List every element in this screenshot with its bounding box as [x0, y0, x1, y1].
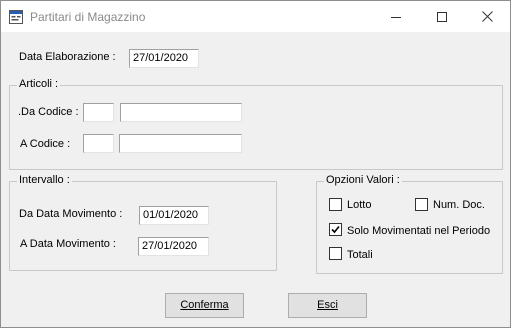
intervallo-group: Intervallo : [9, 174, 277, 271]
articoli-group-title: Articoli : [17, 78, 61, 90]
maximize-button[interactable] [419, 1, 465, 32]
da-codice-label: .Da Codice : [18, 106, 79, 118]
da-codice-description-field[interactable] [120, 103, 242, 122]
da-data-movimento-label: Da Data Movimento : [19, 208, 123, 220]
conferma-button-label: Conferma [180, 299, 229, 311]
title-bar: Partitari di Magazzino [1, 1, 510, 32]
opzioni-valori-group-title: Opzioni Valori : [324, 174, 402, 186]
solo-movimentati-label[interactable]: Solo Movimentati nel Periodo [347, 225, 490, 237]
lotto-checkbox[interactable] [329, 198, 342, 211]
esci-button[interactable]: Esci [288, 293, 367, 318]
app-form-icon [9, 10, 23, 24]
a-codice-label: A Codice : [20, 138, 71, 150]
totali-checkbox[interactable] [329, 247, 342, 260]
window-title: Partitari di Magazzino [30, 10, 146, 24]
close-button[interactable] [464, 1, 510, 32]
a-codice-code-field[interactable] [83, 134, 114, 153]
da-codice-code-field[interactable] [83, 103, 114, 122]
data-elaborazione-field[interactable]: 27/01/2020 [129, 49, 199, 68]
lotto-label[interactable]: Lotto [347, 199, 371, 211]
solo-movimentati-checkbox[interactable] [329, 223, 342, 236]
a-data-movimento-label: A Data Movimento : [20, 238, 116, 250]
window: Partitari di Magazzino Data Elaborazione… [0, 0, 511, 328]
num-doc-checkbox[interactable] [415, 198, 428, 211]
num-doc-label[interactable]: Num. Doc. [433, 199, 485, 211]
a-codice-description-field[interactable] [119, 134, 242, 153]
esci-button-label: Esci [317, 299, 338, 311]
articoli-group: Articoli : [9, 78, 503, 170]
checkmark-icon [331, 225, 340, 234]
conferma-button[interactable]: Conferma [165, 293, 244, 318]
totali-label[interactable]: Totali [347, 249, 373, 261]
data-elaborazione-label: Data Elaborazione : [19, 51, 116, 63]
intervallo-group-title: Intervallo : [17, 174, 72, 186]
close-icon [481, 11, 493, 22]
minimize-icon [391, 16, 401, 18]
da-data-movimento-field[interactable]: 01/01/2020 [139, 206, 209, 225]
minimize-button[interactable] [373, 1, 419, 32]
maximize-icon [437, 11, 447, 22]
a-data-movimento-field[interactable]: 27/01/2020 [138, 237, 209, 256]
